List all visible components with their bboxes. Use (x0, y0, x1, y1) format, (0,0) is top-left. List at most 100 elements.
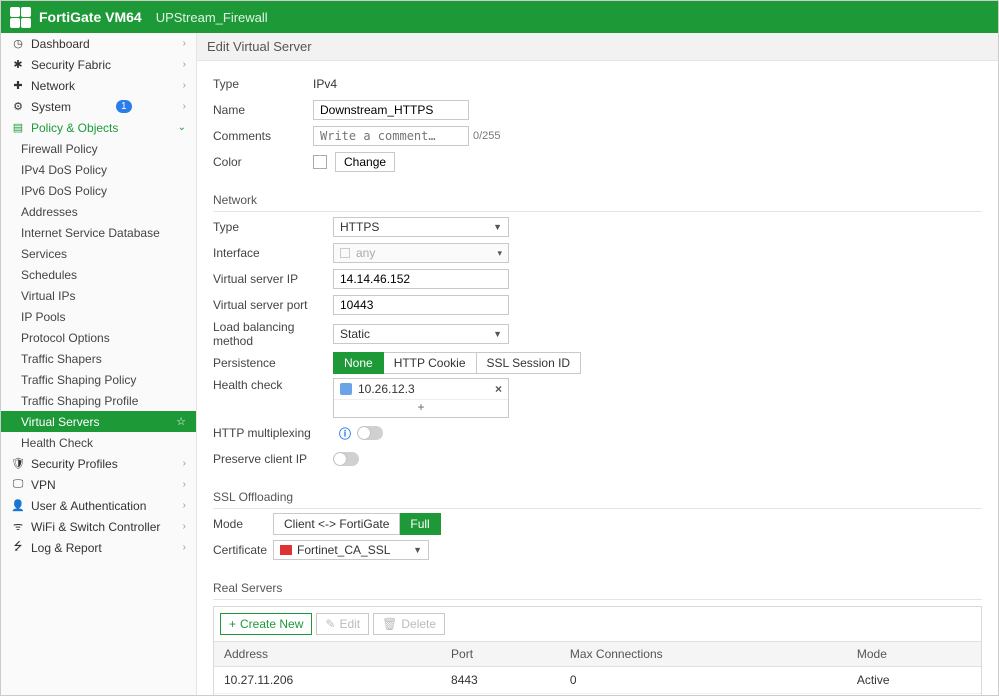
sidebar-item-system[interactable]: ⚙System1› (1, 96, 196, 117)
sidebar-item-label: Security Fabric (31, 58, 111, 72)
health-check-value: 10.26.12.3 (358, 382, 415, 396)
col-address[interactable]: Address (214, 642, 441, 667)
sidebar-item-log-report[interactable]: ⭍Log & Report› (1, 537, 196, 558)
net-type-select[interactable]: HTTPS▼ (333, 217, 509, 237)
vport-input[interactable] (333, 295, 509, 315)
sidebar-item-traffic-shapers[interactable]: Traffic Shapers (1, 348, 196, 369)
sidebar-item-ip-pools[interactable]: IP Pools (1, 306, 196, 327)
sidebar-item-label: User & Authentication (31, 499, 146, 513)
cell-maxconn: 0 (560, 667, 847, 694)
cert-value: Fortinet_CA_SSL (297, 543, 390, 557)
sidebar-item-label: Services (21, 247, 67, 261)
vip-input[interactable] (333, 269, 509, 289)
plus-icon: + (229, 617, 236, 631)
sidebar-item-dashboard[interactable]: ◷Dashboard› (1, 33, 196, 54)
star-icon: ☆ (176, 415, 186, 428)
interface-select[interactable]: any▾ (333, 243, 509, 263)
mode-full[interactable]: Full (400, 513, 440, 535)
product-name: FortiGate VM64 (39, 9, 142, 25)
chevron-down-icon: ▼ (493, 222, 502, 232)
health-check-box[interactable]: 10.26.12.3 × + (333, 378, 509, 418)
color-label: Color (213, 155, 313, 169)
sidebar-item-label: Internet Service Database (21, 226, 160, 240)
chevron-right-icon: › (183, 542, 186, 553)
sidebar-item-policy-objects[interactable]: ▤Policy & Objects⌄ (1, 117, 196, 138)
col-port[interactable]: Port (441, 642, 560, 667)
type-value: IPv4 (313, 77, 337, 91)
create-new-button[interactable]: +Create New (220, 613, 312, 635)
sidebar-item-vpn[interactable]: 🖵VPN› (1, 474, 196, 495)
wifi-icon: ᯤ (11, 519, 25, 534)
real-servers-panel: +Create New ✎ Edit 🗑 Delete Address Port M… (213, 606, 982, 695)
pencil-icon: ✎ (325, 617, 335, 631)
vport-label: Virtual server port (213, 298, 333, 312)
edit-button[interactable]: ✎ Edit (316, 613, 369, 635)
persist-ssl-session[interactable]: SSL Session ID (477, 352, 582, 374)
vip-label: Virtual server IP (213, 272, 333, 286)
sidebar-item-traffic-shaping-policy[interactable]: Traffic Shaping Policy (1, 369, 196, 390)
table-row[interactable]: 10.27.11.206 8443 0 Active (214, 667, 981, 694)
sidebar-item-firewall-policy[interactable]: Firewall Policy (1, 138, 196, 159)
col-maxconn[interactable]: Max Connections (560, 642, 847, 667)
sidebar-item-label: Traffic Shaping Profile (21, 394, 138, 408)
sidebar-item-health-check[interactable]: Health Check (1, 432, 196, 453)
sidebar-item-label: Addresses (21, 205, 78, 219)
sidebar-item-protocol-options[interactable]: Protocol Options (1, 327, 196, 348)
sidebar-item-security-profiles[interactable]: 🛡Security Profiles› (1, 453, 196, 474)
mode-client-fgt[interactable]: Client <-> FortiGate (273, 513, 400, 535)
remove-icon[interactable]: × (495, 382, 502, 396)
name-input[interactable] (313, 100, 469, 120)
comments-label: Comments (213, 129, 313, 143)
add-health-check[interactable]: + (334, 399, 508, 417)
lb-label: Load balancing method (213, 320, 333, 348)
sidebar-item-addresses[interactable]: Addresses (1, 201, 196, 222)
persist-http-cookie[interactable]: HTTP Cookie (384, 352, 477, 374)
sidebar-item-security-fabric[interactable]: ✱Security Fabric› (1, 54, 196, 75)
cert-label: Certificate (213, 543, 273, 557)
network-heading: Network (213, 183, 982, 212)
preserve-ip-switch[interactable] (333, 452, 359, 466)
ssl-mode-toggle: Client <-> FortiGate Full (273, 513, 441, 535)
cert-select[interactable]: Fortinet_CA_SSL ▼ (273, 540, 429, 560)
sidebar: ◷Dashboard› ✱Security Fabric› ✚Network› … (1, 33, 197, 695)
lb-select[interactable]: Static▼ (333, 324, 509, 344)
sidebar-item-virtual-servers[interactable]: Virtual Servers☆ (1, 411, 196, 432)
sidebar-item-isdb[interactable]: Internet Service Database (1, 222, 196, 243)
sidebar-item-virtual-ips[interactable]: Virtual IPs (1, 285, 196, 306)
delete-button[interactable]: 🗑 Delete (373, 613, 445, 635)
hostname: UPStream_Firewall (156, 10, 268, 25)
sidebar-item-network[interactable]: ✚Network› (1, 75, 196, 96)
hc-label: Health check (213, 378, 333, 392)
persistence-toggle: None HTTP Cookie SSL Session ID (333, 352, 581, 374)
sidebar-item-ipv4-dos-policy[interactable]: IPv4 DoS Policy (1, 159, 196, 180)
page-title: Edit Virtual Server (197, 33, 998, 61)
name-label: Name (213, 103, 313, 117)
chevron-down-icon: ▼ (493, 329, 502, 339)
sidebar-item-label: Policy & Objects (31, 121, 118, 135)
sidebar-item-services[interactable]: Services (1, 243, 196, 264)
sidebar-item-schedules[interactable]: Schedules (1, 264, 196, 285)
chevron-down-icon: ▼ (413, 545, 422, 555)
info-icon[interactable]: ⓘ (339, 425, 351, 442)
change-color-button[interactable]: Change (335, 152, 395, 172)
fortigate-logo-icon (9, 6, 31, 28)
sidebar-item-label: IP Pools (21, 310, 65, 324)
form-content: TypeIPv4 Name Comments0/255 ColorChange … (197, 61, 998, 695)
chevron-right-icon: › (183, 101, 186, 112)
sidebar-item-wifi-switch[interactable]: ᯤWiFi & Switch Controller› (1, 516, 196, 537)
btn-label: Delete (401, 617, 436, 631)
sidebar-item-traffic-shaping-profile[interactable]: Traffic Shaping Profile (1, 390, 196, 411)
user-icon: 👤 (11, 499, 25, 512)
btn-label: Edit (339, 617, 360, 631)
chevron-right-icon: › (183, 521, 186, 532)
col-mode[interactable]: Mode (847, 642, 981, 667)
http-mux-switch[interactable] (357, 426, 383, 440)
sidebar-item-ipv6-dos-policy[interactable]: IPv6 DoS Policy (1, 180, 196, 201)
trash-icon: 🗑 (382, 617, 397, 631)
sidebar-item-user-auth[interactable]: 👤User & Authentication› (1, 495, 196, 516)
sidebar-item-label: Virtual IPs (21, 289, 75, 303)
comments-input[interactable] (313, 126, 469, 146)
persist-none[interactable]: None (333, 352, 384, 374)
chevron-right-icon: › (183, 458, 186, 469)
cell-address: 10.27.11.206 (214, 667, 441, 694)
